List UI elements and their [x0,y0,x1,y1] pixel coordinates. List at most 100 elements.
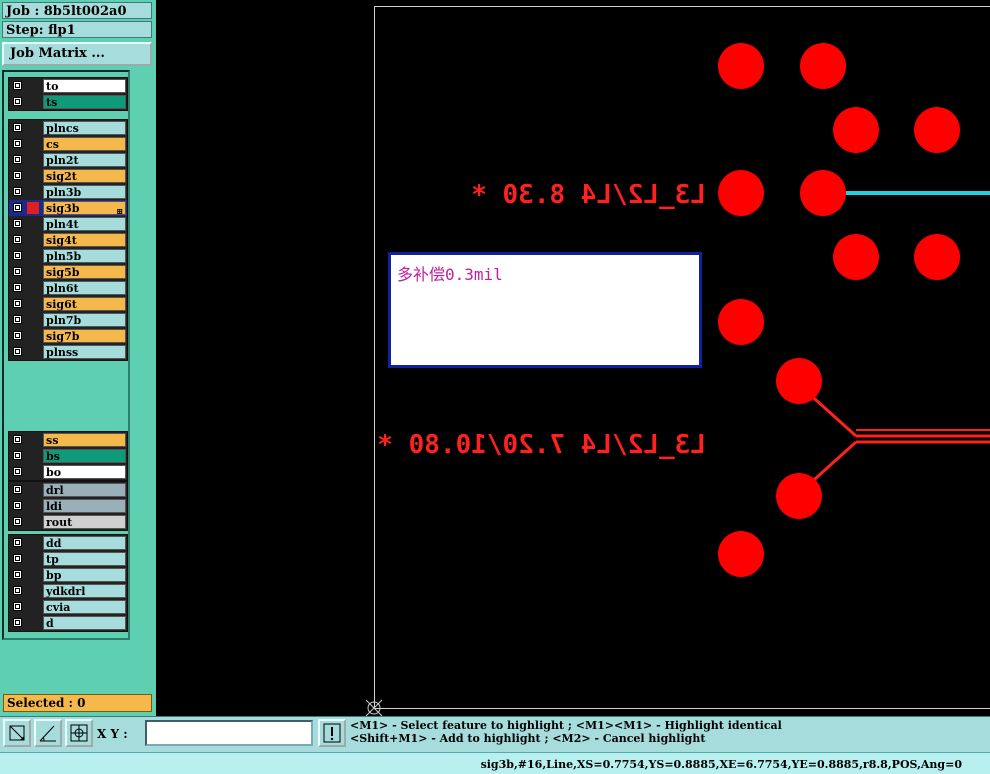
layer-checkbox[interactable] [13,517,22,526]
layer-name: rout [43,515,126,529]
layer-name: ydkdrl [43,584,126,598]
layer-name: ss [43,433,126,447]
layer-name: pln5b [43,249,126,263]
layer-checkbox[interactable] [13,171,22,180]
layer-name: drl [43,483,126,497]
layer-row[interactable]: pln4t [9,216,127,232]
layer-row[interactable]: tp [9,551,127,567]
layer-row[interactable]: plncs [9,120,127,136]
layer-checkbox[interactable] [13,347,22,356]
layer-name: ts [43,95,126,109]
layer-checkbox[interactable] [13,187,22,196]
layer-checkbox[interactable] [13,219,22,228]
annotation-1: L3_L2/L4 8.30 * [471,180,706,210]
pad [800,170,846,216]
layer-checkbox[interactable] [13,618,22,627]
measure-button[interactable] [34,719,62,747]
layer-row[interactable]: drl [9,482,127,498]
layer-row[interactable]: sig6t [9,296,127,312]
layer-checkbox[interactable] [13,586,22,595]
layer-name: sig6t [43,297,126,311]
layer-name: pln3b [43,185,126,199]
snap-grid-button[interactable] [65,719,93,747]
layer-checkbox[interactable] [13,485,22,494]
layer-checkbox[interactable] [13,267,22,276]
pad [718,299,764,345]
layer-row[interactable]: sig3b⊞ [9,200,127,216]
layer-name: sig4t [43,233,126,247]
step-label: Step: flp1 [2,21,152,38]
layer-row[interactable]: rout [9,514,127,530]
layer-row[interactable]: sig4t [9,232,127,248]
layer-name: bp [43,568,126,582]
layer-name: sig2t [43,169,126,183]
xy-input[interactable] [145,720,313,746]
layer-checkbox[interactable] [13,467,22,476]
layer-checkbox[interactable] [13,123,22,132]
graphics-canvas[interactable]: L3_L2/L4 8.30 * L3_L2/L4 7.20/10.80 * 多补… [156,0,990,716]
layer-checkbox[interactable] [13,570,22,579]
zoom-area-button[interactable] [3,719,31,747]
layer-name: sig5b [43,265,126,279]
layer-checkbox[interactable] [13,331,22,340]
layer-row[interactable]: pln6t [9,280,127,296]
layer-checkbox[interactable] [13,315,22,324]
layer-checkbox[interactable] [13,203,22,212]
layer-row[interactable]: to [9,78,127,94]
hint-message: <M1> - Select feature to highlight ; <M1… [350,719,782,745]
layer-row[interactable]: sig5b [9,264,127,280]
layer-row[interactable]: plnss [9,344,127,360]
layer-row[interactable]: ss [9,432,127,448]
selected-count: Selected : 0 [3,694,152,712]
hint-line-2: <Shift+M1> - Add to highlight ; <M2> - C… [350,732,705,745]
status-bar: sig3b,#16,Line,XS=0.7754,YS=0.8885,XE=6.… [0,752,990,774]
layer-row[interactable]: pln3b [9,184,127,200]
layer-row[interactable]: sig2t [9,168,127,184]
pad [833,234,879,280]
layer-group: tots [8,77,128,111]
layer-checkbox[interactable] [13,501,22,510]
layer-checkbox[interactable] [13,299,22,308]
layer-row[interactable]: d [9,615,127,631]
layer-checkbox[interactable] [13,538,22,547]
layer-name: plnss [43,345,126,359]
layer-row[interactable]: sig7b [9,328,127,344]
layer-row[interactable]: pln7b [9,312,127,328]
layer-row[interactable]: bp [9,567,127,583]
layer-checkbox[interactable] [13,97,22,106]
layer-row[interactable]: cvia [9,599,127,615]
layer-row[interactable]: dd [9,535,127,551]
job-label: Job : 8b5lt002a0 [2,2,152,19]
layer-checkbox[interactable] [13,251,22,260]
job-matrix-button[interactable]: Job Matrix ... [2,42,152,66]
layer-row[interactable]: pln5b [9,248,127,264]
alert-button[interactable] [318,719,346,747]
layer-checkbox[interactable] [13,139,22,148]
pad [800,43,846,89]
bottom-toolbar: X Y : <M1> - Select feature to highlight… [0,716,990,752]
annotation-2: L3_L2/L4 7.20/10.80 * [377,430,706,460]
pad [833,107,879,153]
layer-checkbox[interactable] [13,283,22,292]
layer-name: dd [43,536,126,550]
layer-checkbox[interactable] [13,155,22,164]
pad [718,170,764,216]
layer-checkbox[interactable] [13,451,22,460]
layer-checkbox[interactable] [13,602,22,611]
note-text: 多补偿0.3mil [397,261,503,285]
layer-row[interactable]: cs [9,136,127,152]
layer-group: ddtpbp ydkdrlcviad [8,534,128,632]
pad [914,234,960,280]
layer-row[interactable]: bs [9,448,127,464]
layer-row[interactable]: pln2t [9,152,127,168]
layer-checkbox[interactable] [13,554,22,563]
pad [718,531,764,577]
layer-checkbox[interactable] [13,435,22,444]
layer-row[interactable]: ldi [9,498,127,514]
layer-checkbox[interactable] [13,81,22,90]
layer-row[interactable]: bo [9,464,127,480]
layer-checkbox[interactable] [13,235,22,244]
status-text: sig3b,#16,Line,XS=0.7754,YS=0.8885,XE=6.… [481,758,962,771]
layer-row[interactable]: ts [9,94,127,110]
layer-row[interactable]: ydkdrl [9,583,127,599]
